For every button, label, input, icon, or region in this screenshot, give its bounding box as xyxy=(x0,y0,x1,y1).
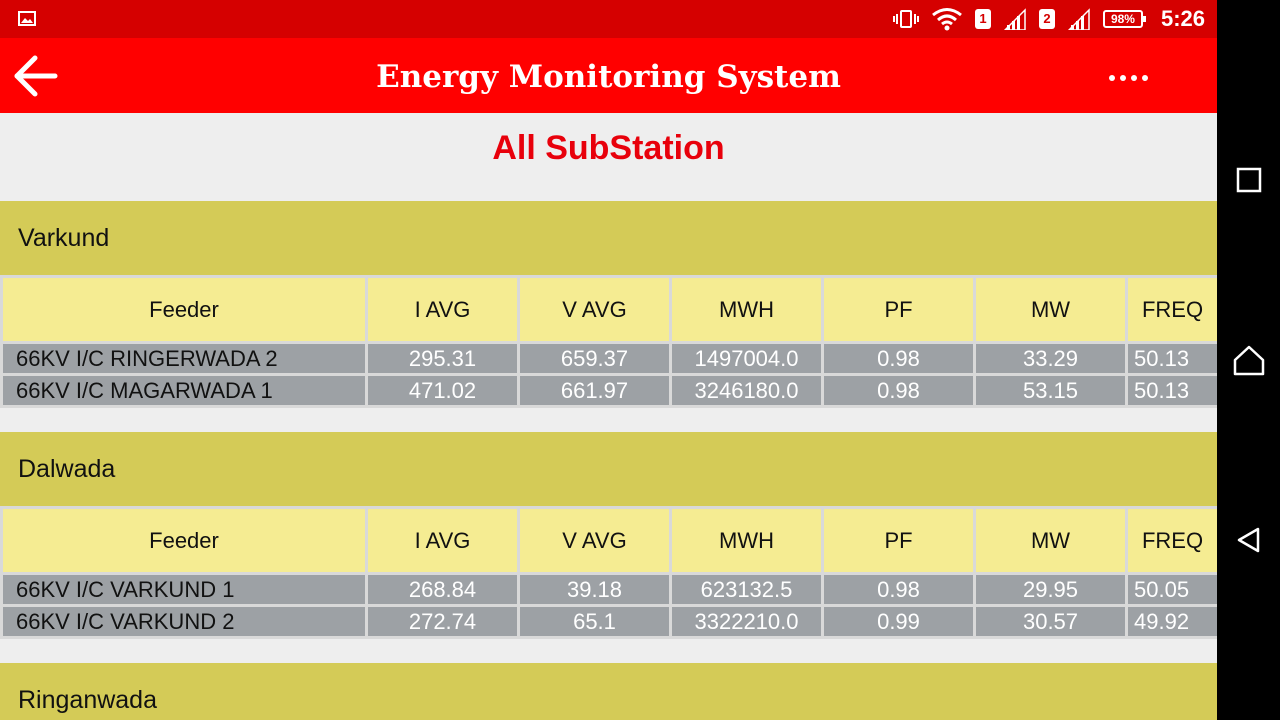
cell-feeder: 66KV I/C MAGARWADA 1 xyxy=(0,373,368,408)
dot-icon xyxy=(1119,75,1126,81)
image-notification-icon xyxy=(18,11,36,26)
substation-name[interactable]: Ringanwada xyxy=(0,663,1217,720)
table-row[interactable]: 66KV I/C VARKUND 1 268.84 39.18 623132.5 0.9… xyxy=(0,572,1217,607)
signal-icon xyxy=(1003,8,1026,30)
cell-feeder: 66KV I/C VARKUND 2 xyxy=(0,604,368,639)
cell-pf: 0.98 xyxy=(821,341,976,376)
cell-v-avg: 39.18 xyxy=(517,572,672,607)
substation-name[interactable]: Varkund xyxy=(0,201,1217,275)
home-button[interactable] xyxy=(1229,340,1269,380)
sim1-badge: 1 xyxy=(974,9,991,29)
column-header-i-avg: I AVG xyxy=(365,506,520,575)
feeder-table: Feeder I AVG V AVG MWH PF MW FREQ 66KV I/C VARK… xyxy=(0,506,1217,639)
cell-mwh: 1497004.0 xyxy=(669,341,824,376)
substation-section: Ringanwada xyxy=(0,663,1217,720)
vibrate-icon xyxy=(892,10,919,28)
dot-icon xyxy=(1108,75,1115,81)
cell-v-avg: 659.37 xyxy=(517,341,672,376)
substation-name[interactable]: Dalwada xyxy=(0,432,1217,506)
cell-feeder: 66KV I/C RINGERWADA 2 xyxy=(0,341,368,376)
wifi-icon xyxy=(932,8,962,31)
status-bar: 1 2 98% 5:26 xyxy=(0,0,1217,38)
column-header-pf: PF xyxy=(821,506,976,575)
column-header-mw: MW xyxy=(973,275,1128,344)
cell-freq: 50.13 xyxy=(1125,341,1217,376)
column-header-feeder: Feeder xyxy=(0,506,368,575)
column-header-i-avg: I AVG xyxy=(365,275,520,344)
app-bar: Energy Monitoring System xyxy=(0,38,1217,113)
back-arrow-icon xyxy=(14,55,58,97)
square-icon xyxy=(1236,167,1262,193)
table-row[interactable]: 66KV I/C MAGARWADA 1 471.02 661.97 3246180.… xyxy=(0,373,1217,408)
home-icon xyxy=(1233,345,1265,376)
cell-pf: 0.98 xyxy=(821,373,976,408)
cell-mw: 53.15 xyxy=(973,373,1128,408)
sim2-badge: 2 xyxy=(1038,9,1055,29)
table-row[interactable]: 66KV I/C RINGERWADA 2 295.31 659.37 1497004… xyxy=(0,341,1217,376)
battery-indicator: 98% xyxy=(1102,10,1146,28)
cell-pf: 0.98 xyxy=(821,572,976,607)
cell-feeder: 66KV I/C VARKUND 1 xyxy=(0,572,368,607)
cell-mw: 33.29 xyxy=(973,341,1128,376)
substation-section: Dalwada Feeder I AVG V AVG MWH PF MW FREQ 66KV I… xyxy=(0,432,1217,639)
triangle-back-icon xyxy=(1237,527,1260,553)
column-header-freq: FREQ xyxy=(1125,275,1217,344)
dot-icon xyxy=(1141,75,1148,81)
page-title: All SubStation xyxy=(492,129,725,167)
table-header-row: Feeder I AVG V AVG MWH PF MW FREQ xyxy=(0,506,1217,575)
cell-v-avg: 661.97 xyxy=(517,373,672,408)
stations-container: Varkund Feeder I AVG V AVG MWH PF MW FREQ 66KV I… xyxy=(0,201,1217,720)
cell-i-avg: 471.02 xyxy=(365,373,520,408)
overflow-menu-button[interactable] xyxy=(1098,58,1158,98)
cell-freq: 50.05 xyxy=(1125,572,1217,607)
table-row[interactable]: 66KV I/C VARKUND 2 272.74 65.1 3322210.0 0.9… xyxy=(0,604,1217,639)
column-header-pf: PF xyxy=(821,275,976,344)
signal-icon xyxy=(1067,8,1090,30)
substation-section: Varkund Feeder I AVG V AVG MWH PF MW FREQ 66KV I… xyxy=(0,201,1217,408)
cell-freq: 50.13 xyxy=(1125,373,1217,408)
cell-mw: 30.57 xyxy=(973,604,1128,639)
column-header-feeder: Feeder xyxy=(0,275,368,344)
cell-i-avg: 272.74 xyxy=(365,604,520,639)
cell-mwh: 3246180.0 xyxy=(669,373,824,408)
navigation-bar xyxy=(1217,0,1280,720)
column-header-mwh: MWH xyxy=(669,506,824,575)
feeder-table: Feeder I AVG V AVG MWH PF MW FREQ 66KV I/C RING… xyxy=(0,275,1217,408)
recent-apps-button[interactable] xyxy=(1229,160,1269,200)
column-header-mw: MW xyxy=(973,506,1128,575)
cell-mw: 29.95 xyxy=(973,572,1128,607)
cell-mwh: 623132.5 xyxy=(669,572,824,607)
column-header-freq: FREQ xyxy=(1125,506,1217,575)
back-button[interactable] xyxy=(12,52,60,100)
table-header-row: Feeder I AVG V AVG MWH PF MW FREQ xyxy=(0,275,1217,344)
column-header-v-avg: V AVG xyxy=(517,506,672,575)
cell-pf: 0.99 xyxy=(821,604,976,639)
clock: 5:26 xyxy=(1160,6,1205,31)
app-title: Energy Monitoring System xyxy=(376,59,841,95)
column-header-mwh: MWH xyxy=(669,275,824,344)
cell-v-avg: 65.1 xyxy=(517,604,672,639)
back-nav-button[interactable] xyxy=(1229,520,1269,560)
dot-icon xyxy=(1130,75,1137,81)
cell-i-avg: 295.31 xyxy=(365,341,520,376)
cell-i-avg: 268.84 xyxy=(365,572,520,607)
cell-freq: 49.92 xyxy=(1125,604,1217,639)
column-header-v-avg: V AVG xyxy=(517,275,672,344)
cell-mwh: 3322210.0 xyxy=(669,604,824,639)
substation-list[interactable]: All SubStation Varkund Feeder I AVG V AVG MW… xyxy=(0,113,1217,720)
